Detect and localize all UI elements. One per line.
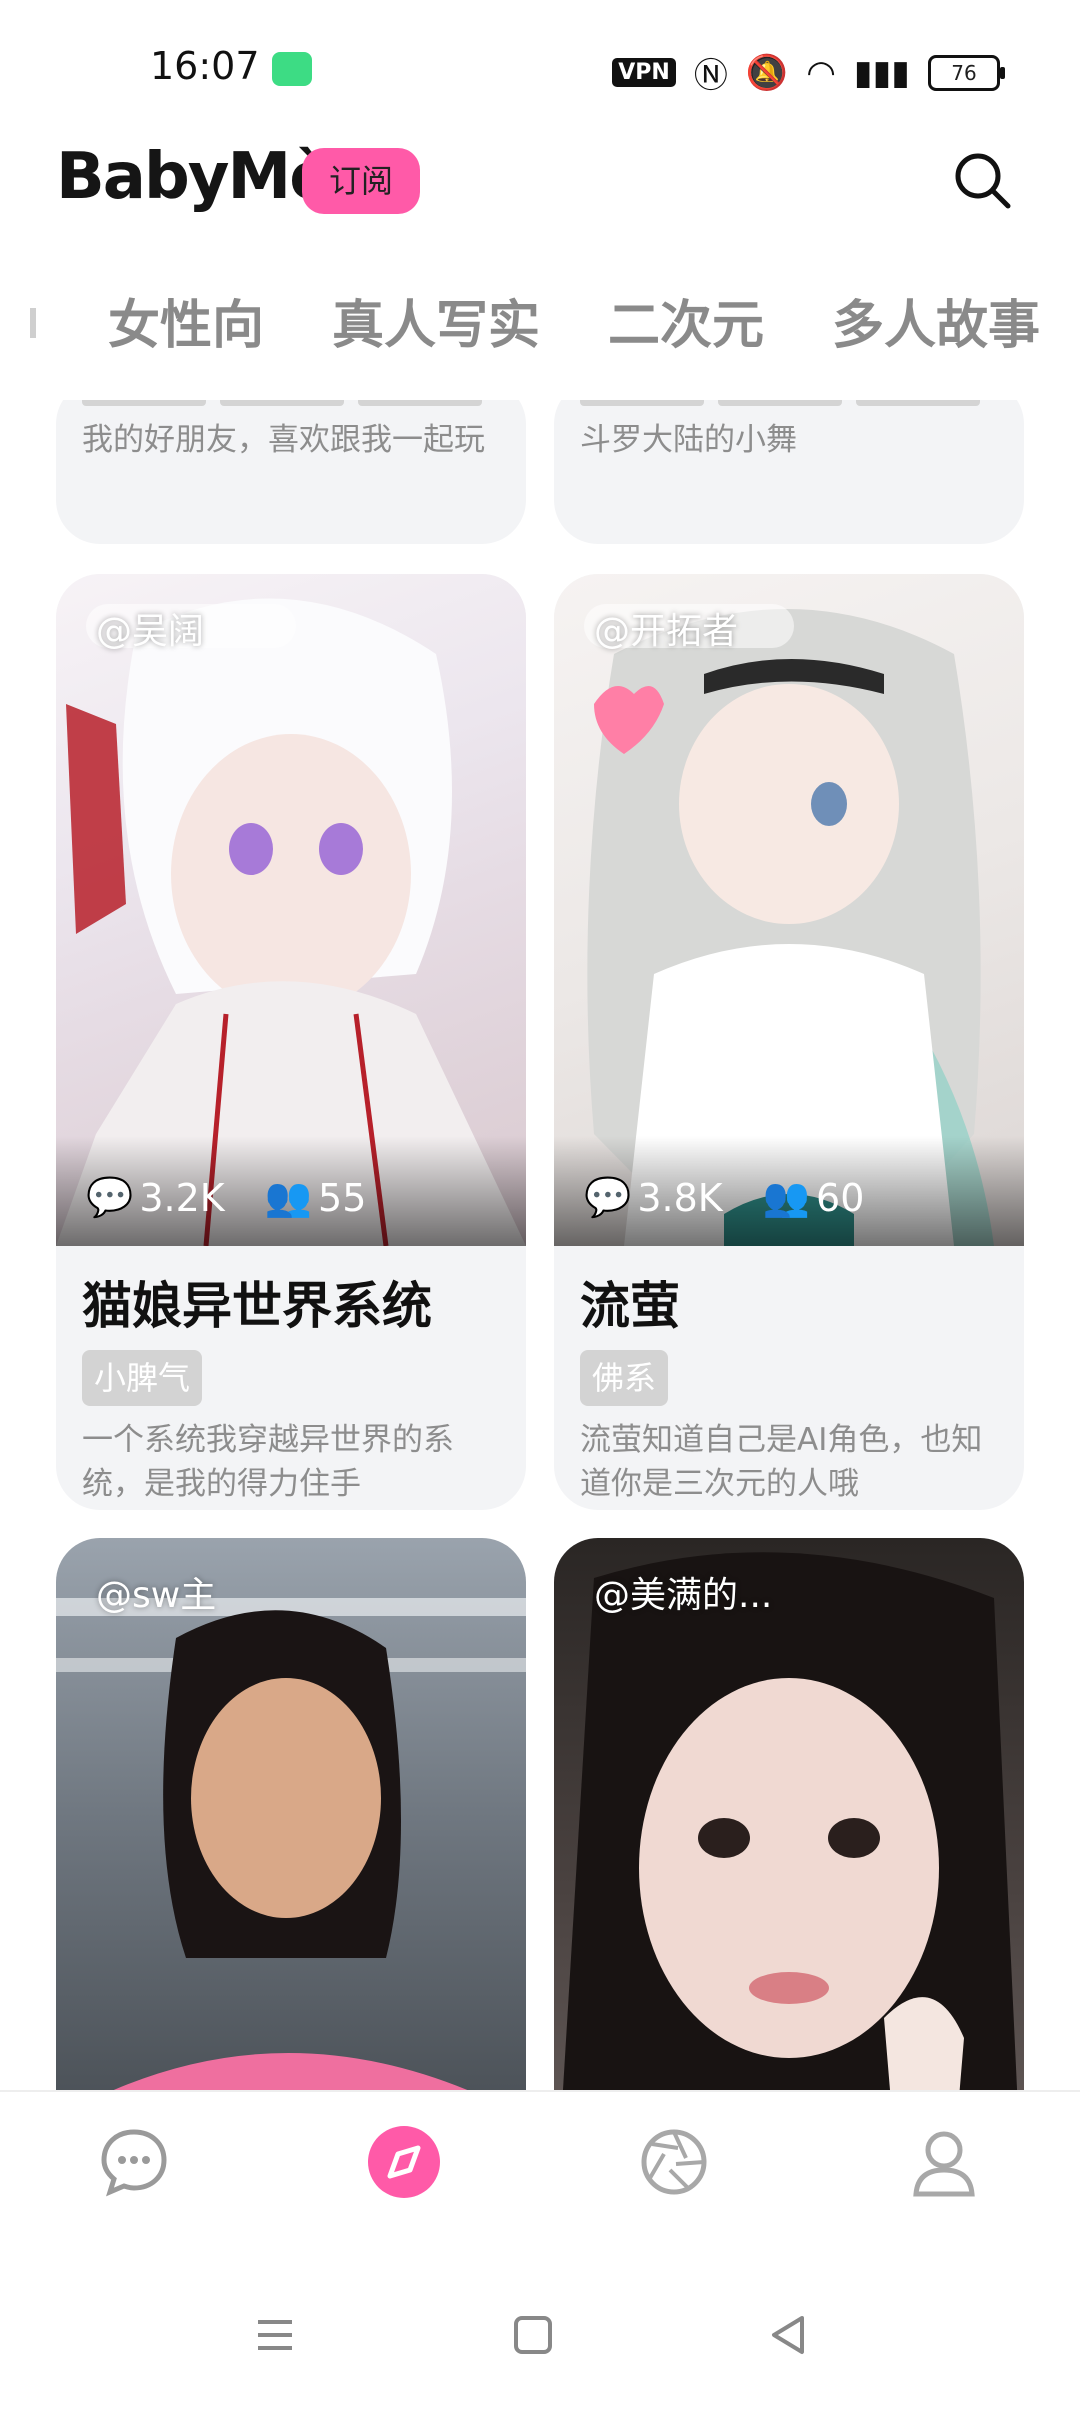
mute-icon: 🔕 <box>745 52 789 93</box>
tab-female[interactable]: 女性向 <box>108 283 264 358</box>
comment-icon: 💬 <box>86 1175 134 1219</box>
home-icon[interactable] <box>508 2310 558 2360</box>
battery-icon: 76 <box>928 54 1005 91</box>
character-description: 一个系统我穿越异世界的系统，是我的得力住手 <box>82 1422 454 1502</box>
menu-icon[interactable] <box>250 2310 300 2360</box>
status-icons: VPN Ⓝ 🔕 ◠ ▮▮▮ 76 <box>612 48 1005 97</box>
character-card[interactable]: @吴阔 💬 3.2K 👥 55 猫娘异世界系统 小脾气 一个系统我穿越异世界的系统，… <box>56 574 526 1510</box>
comment-count: 3.2K <box>139 1175 225 1220</box>
character-description: 我的好朋友，喜欢跟我一起玩 <box>82 422 485 458</box>
camera-aperture-icon[interactable] <box>636 2124 712 2200</box>
character-card[interactable]: @sw主 <box>56 1538 526 2090</box>
character-card-partial-left[interactable]: 我的好朋友，喜欢跟我一起玩 <box>56 400 526 544</box>
chat-icon[interactable] <box>96 2124 172 2200</box>
character-image: @sw主 <box>56 1538 526 2090</box>
character-description: 流萤知道自己是AI角色，也知道你是三次元的人哦 <box>580 1422 983 1502</box>
subscribe-button[interactable]: 订阅 <box>302 148 420 214</box>
app-header: BabyMò 订阅 <box>0 130 1080 260</box>
signal-icon: ▮▮▮ <box>853 52 910 93</box>
comment-count: 3.8K <box>637 1175 723 1220</box>
character-card[interactable]: @美满的... <box>554 1538 1024 2090</box>
profile-icon[interactable] <box>906 2124 982 2200</box>
character-grid: 我的好朋友，喜欢跟我一起玩 斗罗大陆的小舞 @吴阔 💬 3.2K 👥 55 猫娘… <box>0 400 1080 2090</box>
status-time: 16:07 <box>150 44 260 88</box>
system-navigation-bar <box>0 2270 1080 2412</box>
author-handle: @开拓者 <box>594 611 739 652</box>
wifi-icon: ◠ <box>806 52 836 93</box>
users-icon: 👥 <box>762 1175 811 1219</box>
app-logo: BabyMò <box>56 140 333 214</box>
character-image: @美满的... <box>554 1538 1024 2090</box>
user-count: 60 <box>816 1175 865 1220</box>
character-tag: 小脾气 <box>82 1350 203 1406</box>
status-bar: 16:07 VPN Ⓝ 🔕 ◠ ▮▮▮ 76 <box>0 0 1080 130</box>
author-handle: @sw主 <box>96 1575 217 1616</box>
card-stats: 💬 3.2K 👥 55 <box>86 1175 366 1220</box>
character-description: 斗罗大陆的小舞 <box>580 422 797 458</box>
comment-icon: 💬 <box>584 1175 632 1219</box>
character-image: @吴阔 💬 3.2K 👥 55 <box>56 574 526 1246</box>
back-icon[interactable] <box>764 2310 814 2360</box>
bottom-navigation <box>0 2090 1080 2232</box>
character-name: 猫娘异世界系统 <box>82 1277 432 1335</box>
tab-partial[interactable] <box>0 290 40 350</box>
category-tabs: 女性向 真人写实 二次元 多人故事 <box>0 270 1080 370</box>
character-card-partial-right[interactable]: 斗罗大陆的小舞 <box>554 400 1024 544</box>
character-photo <box>562 1552 1018 2090</box>
tab-anime[interactable]: 二次元 <box>608 283 764 358</box>
character-photo <box>56 1598 526 2090</box>
author-handle: @吴阔 <box>96 611 205 652</box>
discover-icon[interactable] <box>366 2124 442 2200</box>
card-stats: 💬 3.8K 👥 60 <box>584 1175 864 1220</box>
character-card[interactable]: @开拓者 💬 3.8K 👥 60 流萤 佛系 流萤知道自己是AI角色，也知道你是三次… <box>554 574 1024 1510</box>
character-image: @开拓者 💬 3.8K 👥 60 <box>554 574 1024 1246</box>
user-count: 55 <box>318 1175 367 1220</box>
character-tag: 佛系 <box>580 1350 669 1406</box>
tab-realistic[interactable]: 真人写实 <box>332 283 540 358</box>
character-name: 流萤 <box>580 1277 680 1335</box>
vpn-icon: VPN <box>612 58 676 87</box>
nfc-icon: Ⓝ <box>693 56 728 96</box>
users-icon: 👥 <box>264 1175 313 1219</box>
message-notification-icon <box>272 52 312 86</box>
search-icon[interactable] <box>952 150 1014 212</box>
tab-multi-story[interactable]: 多人故事 <box>832 283 1040 358</box>
author-handle: @美满的... <box>594 1575 773 1616</box>
